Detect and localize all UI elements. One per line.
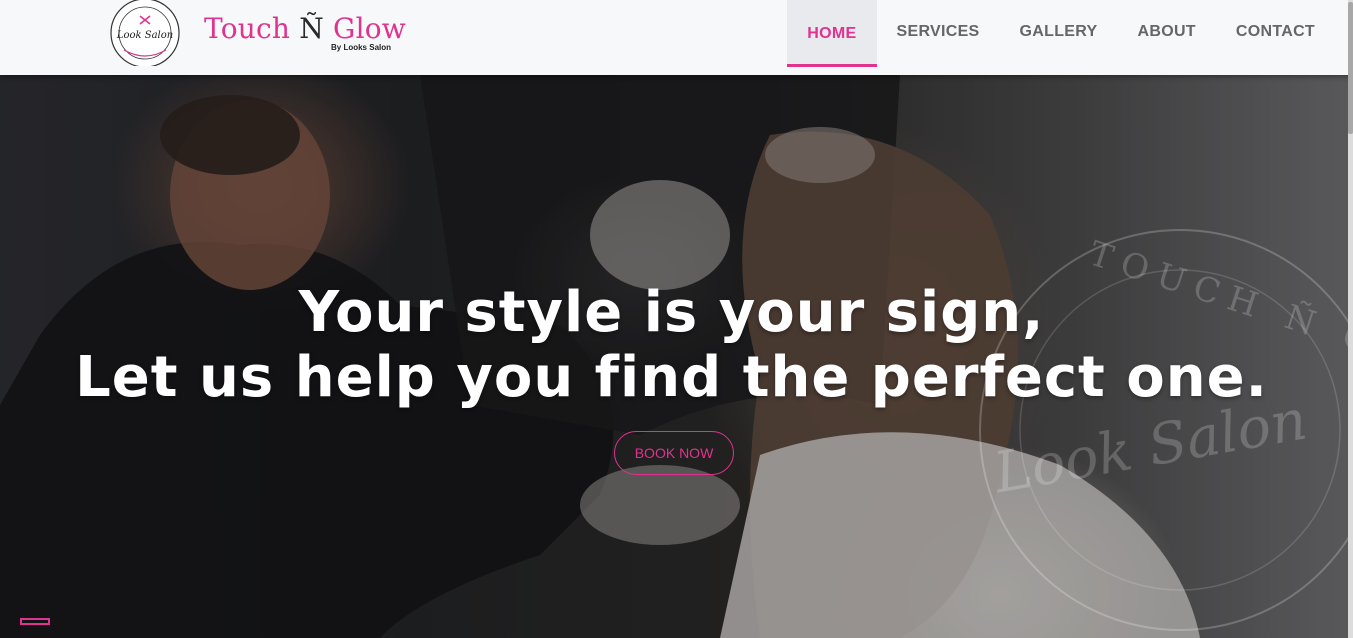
main-nav: HOME SERVICES GALLERY ABOUT CONTACT	[787, 0, 1335, 67]
hero-headline-line2: Let us help you find the perfect one.	[75, 345, 1268, 410]
logo-script: Look Salon	[116, 30, 173, 41]
nav-gallery[interactable]: GALLERY	[1000, 0, 1118, 64]
hero-headline-line1: Your style is your sign,	[298, 280, 1045, 345]
book-now-button[interactable]: BOOK NOW	[614, 431, 734, 475]
brand-title-part1: Touch	[204, 12, 300, 45]
nav-home[interactable]: HOME	[787, 0, 877, 67]
scrollbar-thumb[interactable]	[1348, 2, 1353, 134]
top-navbar: Look Salon Touch Ñ Glow By Looks Salon H…	[0, 0, 1353, 75]
brand-title[interactable]: Touch Ñ Glow	[204, 12, 406, 45]
nav-contact[interactable]: CONTACT	[1216, 0, 1335, 64]
hero-section: TOUCH Ñ GLOW Look Salon Your style is yo…	[0, 75, 1353, 638]
brand-logo[interactable]: Look Salon	[110, 0, 180, 66]
nav-services[interactable]: SERVICES	[877, 0, 1000, 64]
nav-about[interactable]: ABOUT	[1117, 0, 1215, 64]
page-scrollbar[interactable]	[1348, 0, 1353, 638]
slide-indicator[interactable]	[20, 618, 50, 625]
brand-subtitle: By Looks Salon	[331, 43, 392, 52]
brand-title-part2: Glow	[323, 12, 406, 45]
brand-title-n: Ñ	[299, 12, 324, 45]
